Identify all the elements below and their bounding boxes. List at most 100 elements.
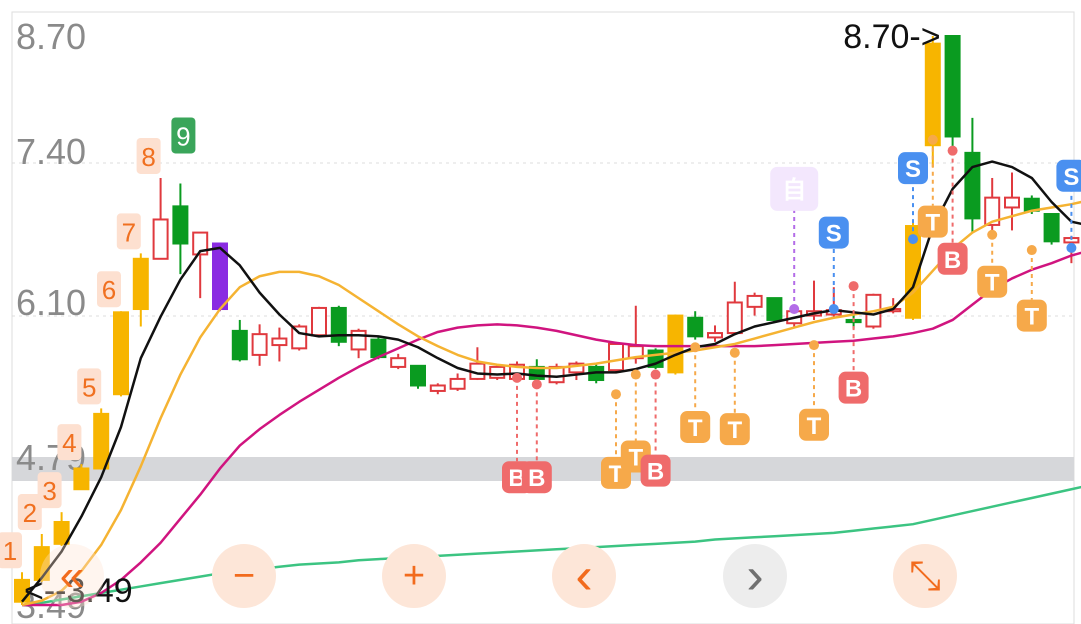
candle — [271, 327, 288, 362]
signal-dot — [531, 379, 542, 390]
sequence-number: 1 — [3, 536, 17, 566]
sequence-number: 9 — [176, 121, 190, 151]
signal-dot — [611, 389, 621, 400]
candle-body — [132, 257, 149, 311]
candle-body — [489, 365, 506, 379]
candle-body — [73, 467, 90, 491]
candle-body — [707, 332, 723, 339]
candle — [627, 305, 644, 364]
candle — [489, 364, 506, 381]
signal-buy: B — [521, 379, 552, 494]
plus-icon: + — [402, 555, 426, 597]
signal-buy: B — [640, 369, 671, 487]
candle — [251, 324, 268, 366]
sequence-number: 5 — [82, 372, 96, 402]
signal-label: S — [1063, 164, 1079, 191]
signal-dot — [848, 281, 859, 292]
sequence-counter: 4 — [57, 424, 82, 461]
candle-body — [964, 151, 981, 220]
candle-body — [746, 294, 763, 308]
candle-body — [172, 205, 189, 245]
candle — [964, 117, 981, 233]
signal-tip: T — [601, 389, 631, 489]
sequence-number: 4 — [62, 428, 76, 458]
candle — [231, 319, 248, 362]
candle — [449, 373, 466, 391]
candle-body — [311, 306, 327, 337]
signal-dot — [908, 234, 918, 245]
signal-dot — [729, 347, 740, 358]
double-chevron-left-icon: « — [59, 551, 85, 600]
candle — [1043, 213, 1060, 245]
signal-label: T — [727, 417, 742, 444]
signal-dot — [789, 304, 800, 315]
candle-body — [1004, 196, 1020, 209]
candle-body — [1043, 213, 1060, 243]
candle — [766, 297, 783, 323]
candle — [93, 408, 110, 470]
signal-tip: T — [1016, 245, 1047, 332]
candle-body — [93, 412, 110, 470]
candle-body — [924, 42, 941, 147]
signal-tip: T — [680, 342, 711, 443]
candle — [726, 281, 743, 335]
expand-icon: ⤡ — [909, 554, 941, 598]
y-tick-label: 7.40 — [16, 131, 86, 172]
signal-dot — [927, 134, 938, 145]
signal-tip: T — [917, 134, 948, 238]
candle — [608, 341, 624, 373]
candle — [944, 35, 961, 148]
sequence-number: 2 — [23, 498, 37, 528]
signal-label: B — [528, 465, 545, 492]
candle — [192, 231, 209, 299]
candle-body — [429, 384, 446, 392]
candle — [311, 306, 327, 337]
candle — [172, 183, 189, 275]
signal-dot — [987, 229, 998, 240]
signal-dot — [809, 340, 819, 351]
signal-label: S — [905, 156, 921, 183]
signal-label: T — [985, 270, 1000, 297]
candle-body — [271, 337, 288, 347]
zoom-out-button[interactable]: − — [212, 544, 276, 608]
candle-body — [410, 364, 426, 387]
sequence-counter: 8 — [136, 137, 161, 174]
chevron-left-icon: ‹ — [575, 547, 593, 605]
signal-tip: T — [977, 229, 1008, 298]
candle — [330, 305, 347, 347]
y-axis-labels: 8.707.406.104.793.49 — [16, 16, 86, 624]
next-button[interactable]: › — [723, 544, 787, 608]
candle — [1004, 172, 1020, 231]
candle-body — [152, 218, 169, 260]
signal-dot — [828, 304, 839, 315]
y-tick-label: 8.70 — [16, 16, 86, 57]
scroll-start-button[interactable]: « — [40, 544, 104, 608]
kline-chart[interactable]: 8.70 7.40 6.10 4.79 3.49 123456789 BBTTBTTTB… — [0, 0, 1081, 624]
candle-body — [608, 342, 624, 372]
expand-button[interactable]: ⤡ — [893, 544, 957, 608]
candle-body — [390, 357, 407, 368]
signal-dot — [1026, 245, 1037, 256]
signal-dot — [690, 342, 701, 353]
signal-self: 自 — [770, 166, 819, 315]
signal-dot — [947, 145, 958, 156]
candle-body — [687, 316, 704, 338]
candle — [113, 311, 129, 397]
sequence-counter: 9 — [171, 117, 196, 154]
sequence-number: 8 — [141, 142, 155, 172]
signal-label: S — [826, 221, 842, 248]
signal-label: T — [925, 210, 940, 237]
previous-button[interactable]: ‹ — [552, 544, 616, 608]
zoom-in-button[interactable]: + — [382, 544, 446, 608]
candle-body — [350, 329, 367, 351]
candle — [429, 383, 446, 395]
signal-tip: T — [719, 347, 750, 446]
signal-tip: T — [799, 340, 829, 441]
y-tick-label: 6.10 — [16, 282, 86, 323]
high-callout: 8.70-> — [843, 18, 940, 56]
signal-dot — [650, 369, 661, 380]
candle — [667, 314, 684, 375]
sequence-number: 6 — [102, 275, 116, 305]
sequence-number: 7 — [122, 217, 136, 247]
signal-label: T — [807, 413, 822, 440]
